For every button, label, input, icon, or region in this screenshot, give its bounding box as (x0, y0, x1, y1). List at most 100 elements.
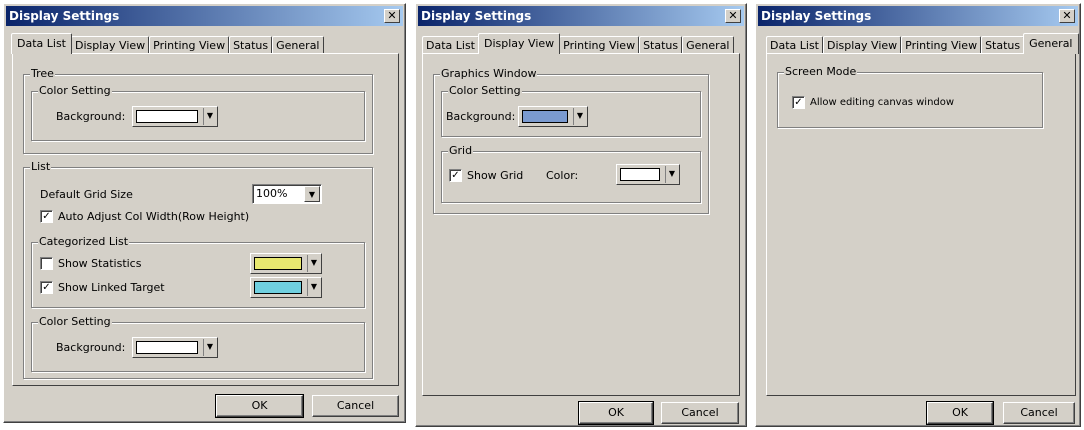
default-grid-size-label: Default Grid Size (40, 188, 133, 201)
group-label: Grid (448, 144, 474, 158)
check-icon: ✓ (42, 211, 51, 222)
group-label: Categorized List (38, 235, 130, 249)
tab-display-view[interactable]: Display View (823, 36, 902, 54)
dropdown-arrow-icon: ▼ (304, 186, 320, 202)
check-icon: ✓ (794, 97, 803, 108)
tab-data-list[interactable]: Data List (422, 36, 479, 54)
cancel-button[interactable]: Cancel (1003, 402, 1075, 424)
graphics-window-group: Graphics Window Color Setting Background… (433, 67, 709, 214)
grid-group: Grid ✓ Show Grid Color: ▼ (441, 144, 701, 203)
tab-printing-view[interactable]: Printing View (559, 36, 640, 54)
tab-panel: Tree Color Setting Background: ▼ List De… (12, 53, 399, 386)
list-background-color-picker[interactable]: ▼ (132, 337, 218, 358)
group-label: List (30, 160, 52, 174)
dropdown-arrow-icon: ▼ (307, 279, 320, 296)
categorized-list-group: Categorized List Show Statistics ▼ ✓ Sho… (31, 235, 365, 308)
cancel-button[interactable]: Cancel (312, 395, 399, 417)
background-label: Background: (446, 110, 516, 123)
show-grid-checkbox[interactable]: ✓ (449, 169, 462, 182)
close-icon: ✕ (387, 9, 397, 22)
ok-button[interactable]: OK (215, 394, 304, 418)
color-swatch (254, 281, 302, 294)
dropdown-arrow-icon: ▼ (307, 255, 320, 272)
background-color-picker[interactable]: ▼ (132, 106, 218, 127)
cancel-button[interactable]: Cancel (661, 402, 739, 424)
auto-adjust-label: Auto Adjust Col Width(Row Height) (58, 210, 250, 223)
tab-status[interactable]: Status (981, 36, 1025, 54)
tab-printing-view[interactable]: Printing View (901, 36, 982, 54)
group-label: Color Setting (38, 315, 112, 329)
auto-adjust-checkbox[interactable]: ✓ (40, 210, 53, 223)
dialog-display-view: Display Settings ✕ Data List Display Vie… (415, 3, 747, 427)
group-label: Color Setting (448, 84, 522, 98)
show-linked-target-checkbox[interactable]: ✓ (40, 281, 53, 294)
title-bar: Display Settings ✕ (758, 6, 1078, 26)
tab-status[interactable]: Status (229, 36, 273, 54)
close-button[interactable]: ✕ (725, 9, 741, 23)
tab-display-view[interactable]: Display View (478, 33, 561, 54)
group-label: Tree (30, 67, 55, 81)
statistics-color-picker[interactable]: ▼ (250, 253, 322, 274)
show-linked-target-label: Show Linked Target (58, 281, 165, 294)
dropdown-arrow-icon: ▼ (203, 108, 216, 125)
screen-mode-group: Screen Mode ✓ Allow editing canvas windo… (777, 65, 1043, 128)
dialog-general: Display Settings ✕ Data List Display Vie… (755, 3, 1081, 427)
check-icon: ✓ (451, 170, 460, 181)
title-bar: Display Settings ✕ (6, 6, 403, 26)
background-label: Background: (56, 341, 126, 354)
color-swatch (620, 168, 660, 181)
tab-panel: Screen Mode ✓ Allow editing canvas windo… (766, 53, 1076, 396)
color-swatch (136, 110, 198, 123)
dialog-data-list: Display Settings ✕ Data List Display Vie… (3, 3, 406, 423)
allow-editing-label: Allow editing canvas window (810, 97, 955, 108)
group-label: Color Setting (38, 84, 112, 98)
list-group: List Default Grid Size 100% ▼ ✓ Auto Adj… (23, 160, 373, 379)
tab-printing-view[interactable]: Printing View (149, 36, 230, 54)
color-swatch (254, 257, 302, 270)
show-grid-label: Show Grid (467, 169, 524, 182)
background-label: Background: (56, 110, 126, 123)
ok-button[interactable]: OK (926, 401, 994, 425)
grid-color-picker[interactable]: ▼ (616, 164, 680, 185)
dialog-title: Display Settings (9, 9, 120, 23)
group-label: Screen Mode (784, 65, 858, 79)
color-setting-group: Color Setting Background: ▼ (441, 84, 701, 137)
allow-editing-checkbox[interactable]: ✓ (792, 96, 805, 109)
tab-data-list[interactable]: Data List (766, 36, 823, 54)
tree-group: Tree Color Setting Background: ▼ (23, 67, 373, 154)
tab-panel: Graphics Window Color Setting Background… (422, 53, 740, 396)
tab-general[interactable]: General (1023, 33, 1079, 54)
tab-general[interactable]: General (682, 36, 734, 54)
dropdown-arrow-icon: ▼ (573, 108, 586, 125)
color-swatch (136, 341, 198, 354)
close-button[interactable]: ✕ (384, 9, 400, 23)
close-icon: ✕ (728, 9, 738, 22)
background-color-picker[interactable]: ▼ (518, 106, 588, 127)
color-swatch (522, 110, 568, 123)
tab-strip: Data List Display View Printing View Sta… (766, 32, 1079, 54)
ok-button[interactable]: OK (578, 401, 654, 425)
dialog-title: Display Settings (761, 9, 872, 23)
check-icon: ✓ (42, 282, 51, 293)
close-icon: ✕ (1062, 9, 1072, 22)
default-grid-size-select[interactable]: 100% ▼ (252, 184, 322, 204)
dropdown-arrow-icon: ▼ (665, 166, 678, 183)
list-color-setting-group: Color Setting Background: ▼ (31, 315, 365, 372)
tab-strip: Data List Display View Printing View Sta… (11, 32, 324, 54)
dropdown-arrow-icon: ▼ (203, 339, 216, 356)
grid-color-label: Color: (546, 169, 579, 182)
close-button[interactable]: ✕ (1059, 9, 1075, 23)
title-bar: Display Settings ✕ (418, 6, 744, 26)
tab-general[interactable]: General (272, 36, 324, 54)
group-label: Graphics Window (440, 67, 538, 81)
dialog-title: Display Settings (421, 9, 532, 23)
tab-strip: Data List Display View Printing View Sta… (422, 32, 734, 54)
show-statistics-label: Show Statistics (58, 257, 142, 270)
tab-status[interactable]: Status (639, 36, 683, 54)
tab-data-list[interactable]: Data List (11, 33, 72, 54)
linked-target-color-picker[interactable]: ▼ (250, 277, 322, 298)
select-value: 100% (256, 187, 288, 200)
color-setting-group: Color Setting Background: ▼ (31, 84, 365, 141)
tab-display-view[interactable]: Display View (71, 36, 150, 54)
show-statistics-checkbox[interactable] (40, 257, 53, 270)
